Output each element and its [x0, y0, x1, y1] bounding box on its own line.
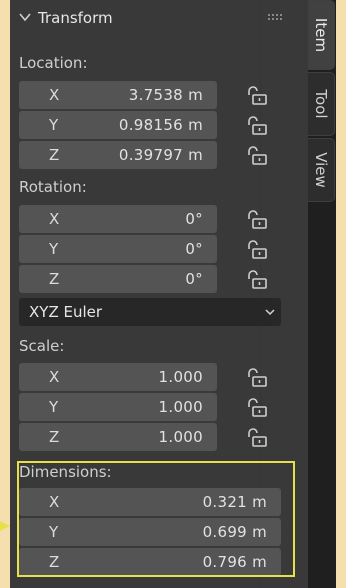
lock-open-icon[interactable]: [246, 116, 268, 136]
location-y-field[interactable]: Y 0.98156 m: [19, 111, 217, 139]
axis-label: Z: [49, 553, 60, 571]
location-z-field[interactable]: Z 0.39797 m: [19, 141, 217, 169]
rotation-mode-dropdown[interactable]: XYZ Euler: [19, 298, 281, 326]
field-value: 1.000: [158, 398, 203, 416]
lock-open-icon[interactable]: [246, 146, 268, 166]
annotation-arrow-icon: [0, 521, 10, 531]
field-value: 1.000: [158, 428, 203, 446]
scale-y-field[interactable]: Y 1.000: [19, 393, 217, 421]
scale-label: Scale:: [19, 337, 65, 355]
field-value: 0.98156 m: [118, 116, 203, 134]
axis-label: Y: [49, 240, 59, 258]
rotation-y-field[interactable]: Y 0°: [19, 235, 217, 263]
sidebar-tabs: Item Tool View: [308, 0, 336, 588]
axis-label: Z: [49, 146, 60, 164]
axis-label: Y: [49, 523, 59, 541]
panel-title: Transform: [38, 9, 113, 27]
tab-item[interactable]: Item: [308, 0, 335, 70]
field-value: 0°: [185, 240, 203, 258]
axis-label: X: [49, 210, 60, 228]
axis-label: Y: [49, 398, 59, 416]
rotation-mode-value: XYZ Euler: [29, 303, 103, 321]
dimensions-label: Dimensions:: [19, 463, 112, 481]
lock-open-icon[interactable]: [246, 240, 268, 260]
field-value: 0°: [185, 210, 203, 228]
drag-grip-icon[interactable]: [268, 13, 284, 21]
field-value: 1.000: [158, 368, 203, 386]
dimensions-y-field[interactable]: Y 0.699 m: [19, 518, 281, 546]
scale-x-field[interactable]: X 1.000: [19, 363, 217, 391]
rotation-x-field[interactable]: X 0°: [19, 205, 217, 233]
dimensions-x-field[interactable]: X 0.321 m: [19, 488, 281, 516]
lock-open-icon[interactable]: [246, 210, 268, 230]
location-x-field[interactable]: X 3.7538 m: [19, 81, 217, 109]
tab-label: Item: [312, 17, 330, 53]
axis-label: Y: [49, 116, 59, 134]
field-value: 0.39797 m: [118, 146, 203, 164]
field-value: 0.796 m: [202, 553, 267, 571]
chevron-down-icon: [265, 309, 275, 316]
lock-open-icon[interactable]: [246, 398, 268, 418]
transform-panel: Transform Location: X 3.7538 m Y 0.98156…: [10, 0, 308, 588]
lock-open-icon[interactable]: [246, 368, 268, 388]
axis-label: X: [49, 86, 60, 104]
dimensions-z-field[interactable]: Z 0.796 m: [19, 548, 281, 576]
tab-label: Tool: [312, 89, 330, 119]
rotation-label: Rotation:: [19, 178, 87, 196]
lock-open-icon[interactable]: [246, 428, 268, 448]
location-label: Location:: [19, 54, 88, 72]
axis-label: Z: [49, 270, 60, 288]
tab-tool[interactable]: Tool: [308, 72, 335, 136]
lock-open-icon[interactable]: [246, 270, 268, 290]
panel-header[interactable]: Transform: [10, 0, 308, 38]
scale-z-field[interactable]: Z 1.000: [19, 423, 217, 451]
field-value: 0.321 m: [202, 493, 267, 511]
axis-label: X: [49, 368, 60, 386]
axis-label: Z: [49, 428, 60, 446]
field-value: 0°: [185, 270, 203, 288]
rotation-z-field[interactable]: Z 0°: [19, 265, 217, 293]
tab-view[interactable]: View: [308, 138, 335, 202]
axis-label: X: [49, 493, 60, 511]
lock-open-icon[interactable]: [246, 86, 268, 106]
chevron-down-icon[interactable]: [19, 11, 31, 23]
field-value: 0.699 m: [202, 523, 267, 541]
field-value: 3.7538 m: [128, 86, 203, 104]
tab-label: View: [312, 152, 330, 188]
